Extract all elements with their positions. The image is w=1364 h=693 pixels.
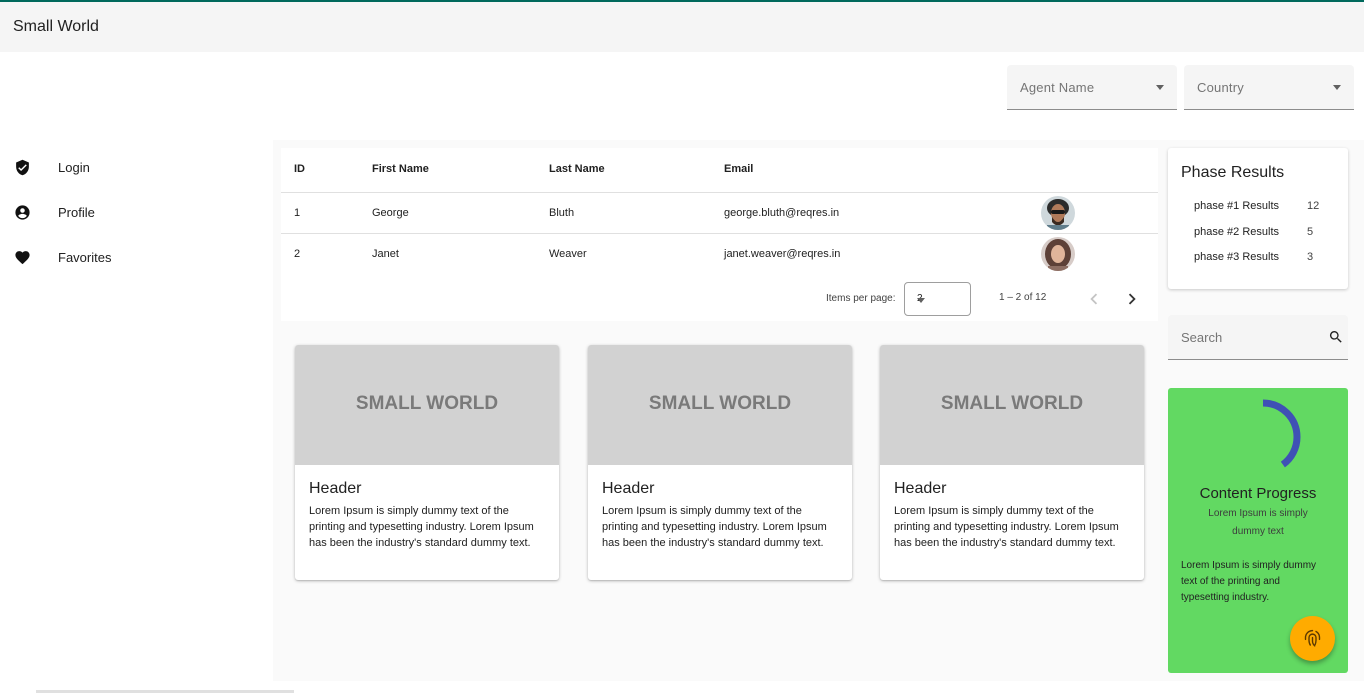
table-row[interactable]: 2 Janet Weaver janet.weaver@reqres.in (281, 233, 1158, 274)
phase-label: phase #1 Results (1194, 200, 1279, 212)
sidebar-item-label: Favorites (58, 250, 112, 265)
content-progress-body: Lorem Ipsum is simply dummy text of the … (1181, 560, 1317, 603)
cell-email: george.bluth@reqres.in (724, 207, 840, 219)
phase-label: phase #3 Results (1194, 251, 1279, 263)
cell-id: 1 (294, 207, 301, 219)
phase-count: 5 (1307, 226, 1314, 238)
card-image-text: SMALL WORLD (648, 393, 792, 414)
country-placeholder: Country (1197, 80, 1244, 95)
phase-count: 3 (1307, 251, 1314, 263)
sidebar-item-favorites[interactable]: Favorites (0, 238, 273, 278)
content-card[interactable]: SMALL WORLD Header Lorem Ipsum is simply… (295, 345, 559, 580)
paginator: Items per page: 2 1 – 2 of 12 (281, 282, 1158, 316)
search-input[interactable]: Search (1168, 315, 1348, 360)
dropdown-arrow-icon (1156, 85, 1164, 90)
content-card[interactable]: SMALL WORLD Header Lorem Ipsum is simply… (588, 345, 852, 580)
phase-label: phase #2 Results (1194, 226, 1279, 238)
agent-name-select[interactable]: Agent Name (1007, 65, 1177, 110)
verified-shield-icon (16, 159, 29, 176)
cell-first-name: George (372, 207, 409, 219)
users-table: ID First Name Last Name Email 1 George B… (281, 148, 1158, 321)
items-per-page-label: Items per page: (826, 293, 896, 304)
card-image-text: SMALL WORLD (355, 393, 499, 414)
card-header: Header (602, 480, 655, 497)
sidebar-item-label: Login (58, 160, 90, 175)
list-item: phase #1 Results 12 (1194, 200, 1344, 218)
avatar (1041, 237, 1075, 271)
sidebar-item-login[interactable]: Login (0, 148, 273, 188)
cell-email: janet.weaver@reqres.in (724, 248, 841, 260)
card-image-text: SMALL WORLD (940, 393, 1084, 414)
progress-spinner (1225, 399, 1301, 475)
card-image: SMALL WORLD (588, 345, 852, 465)
account-circle-icon (15, 205, 30, 220)
phase-results-title: Phase Results (1181, 164, 1285, 181)
fingerprint-icon (1304, 629, 1321, 647)
sidenav: Login Profile Favorites (0, 140, 273, 693)
column-header-last-name[interactable]: Last Name (549, 163, 605, 175)
avatar (1041, 196, 1075, 230)
phase-count: 12 (1307, 200, 1320, 212)
dropdown-arrow-icon (1333, 85, 1341, 90)
cell-last-name: Weaver (549, 248, 587, 260)
card-text: Lorem Ipsum is simply dummy text of the … (894, 505, 1119, 549)
column-header-id[interactable]: ID (294, 163, 305, 175)
content-card[interactable]: SMALL WORLD Header Lorem Ipsum is simply… (880, 345, 1144, 580)
cell-first-name: Janet (372, 248, 399, 260)
page-size-select[interactable]: 2 (904, 282, 971, 316)
card-text: Lorem Ipsum is simply dummy text of the … (602, 505, 827, 549)
list-item: phase #3 Results 3 (1194, 251, 1344, 269)
column-header-email[interactable]: Email (724, 163, 753, 175)
cell-id: 2 (294, 248, 301, 260)
dropdown-arrow-icon (917, 298, 925, 303)
sidebar-item-label: Profile (58, 205, 95, 220)
cell-last-name: Bluth (549, 207, 575, 219)
card-text: Lorem Ipsum is simply dummy text of the … (309, 505, 534, 549)
app-toolbar: Small World (0, 2, 1364, 52)
content-progress-subtitle: Lorem Ipsum is simply dummy text (1208, 508, 1308, 537)
phase-results-card: Phase Results phase #1 Results 12 phase … (1168, 148, 1348, 289)
app-title: Small World (13, 18, 99, 35)
previous-page-button[interactable] (1083, 288, 1105, 310)
card-header: Header (309, 480, 362, 497)
next-page-button[interactable] (1121, 288, 1143, 310)
card-image: SMALL WORLD (295, 345, 559, 465)
agent-name-placeholder: Agent Name (1020, 80, 1095, 95)
list-item: phase #2 Results 5 (1194, 226, 1344, 244)
fingerprint-fab-button[interactable] (1290, 616, 1335, 661)
search-placeholder: Search (1181, 330, 1223, 345)
country-select[interactable]: Country (1184, 65, 1354, 110)
content-progress-title: Content Progress (1199, 485, 1317, 502)
table-row[interactable]: 1 George Bluth george.bluth@reqres.in (281, 192, 1158, 233)
card-image: SMALL WORLD (880, 345, 1144, 465)
card-header: Header (894, 480, 947, 497)
page-range-label: 1 – 2 of 12 (999, 292, 1047, 303)
search-icon[interactable] (1328, 329, 1344, 345)
sidebar-item-profile[interactable]: Profile (0, 193, 273, 233)
column-header-first-name[interactable]: First Name (372, 163, 429, 175)
heart-icon (15, 251, 30, 265)
